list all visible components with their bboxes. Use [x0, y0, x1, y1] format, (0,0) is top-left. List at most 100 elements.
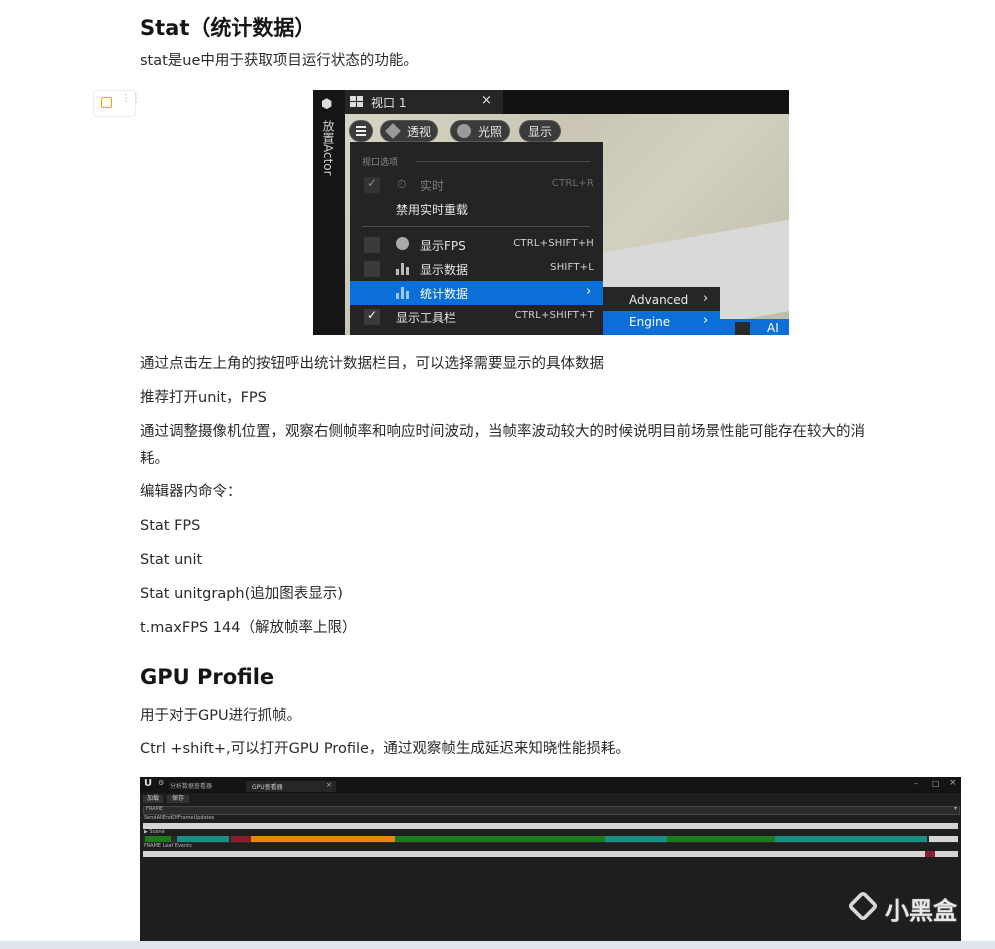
sphere-icon [457, 124, 471, 138]
event-label[interactable]: ▶ Scene [144, 829, 165, 835]
gpu-viewer-tab[interactable]: GPU查看器 × [246, 781, 336, 792]
viewport-layout-icon [350, 96, 363, 107]
paragraph: 编辑器内命令： [140, 484, 242, 500]
viewport-tab-title: 视口 1 [371, 96, 407, 110]
place-actor-panel: ⬢ 放置Actor [313, 90, 345, 335]
event-label: SendAllEndOfFrameUpdates [144, 815, 215, 821]
intro-text: stat是ue中用于获取项目运行状态的功能。 [140, 53, 418, 69]
menu-item-label: 禁用实时重载 [396, 203, 469, 217]
profiler-icon: ⚙ [158, 779, 165, 787]
checkbox[interactable]: ✓ [364, 176, 380, 193]
menu-item-show-stats[interactable]: 显示数据 SHIFT+L [350, 257, 603, 281]
menu-item-show-toolbar[interactable]: ✓ 显示工具栏 CTRL+SHIFT+T [350, 305, 603, 329]
command-line: Stat unit [140, 552, 203, 568]
command-line: Stat FPS [140, 518, 201, 534]
chevron-right-icon: › [703, 291, 709, 306]
menu-item-label: 显示工具栏 [396, 311, 457, 325]
event-label: FRAME Leaf Events [144, 843, 192, 849]
bar-chart-icon [396, 261, 410, 275]
frame-dropdown[interactable]: FRAME ▾ [143, 805, 960, 815]
lighting-label: 光照 [478, 125, 503, 139]
load-button[interactable]: 加载 [143, 795, 163, 803]
cube-icon [385, 123, 401, 139]
menu-item-label: 实时 [420, 179, 445, 193]
section-heading-gpu-profile: GPU Profile [140, 665, 275, 689]
gauge-icon [396, 237, 409, 250]
menu-item-label: 显示数据 [420, 263, 469, 277]
profiler-title-bar: U ⚙ 分析数据查看器 GPU查看器 × – □ × [140, 777, 961, 793]
tab-label: GPU查看器 [252, 784, 283, 791]
lighting-button[interactable]: 光照 [450, 120, 510, 142]
submenu-level3: AI [720, 319, 789, 335]
chevron-right-icon: › [703, 313, 709, 328]
checkbox[interactable] [364, 261, 380, 277]
menu-item-shortcut: CTRL+SHIFT+H [513, 238, 594, 249]
menu-divider [416, 161, 590, 162]
chevron-down-icon: ▾ [953, 805, 957, 812]
perspective-label: 透视 [407, 125, 432, 139]
show-label: 显示 [528, 125, 553, 139]
timeline-bars [143, 836, 958, 843]
hamburger-icon [356, 126, 366, 128]
place-actor-icon: ⬢ [321, 97, 333, 112]
ue-viewport-screenshot: ⬢ 放置Actor 视口 1 × 透视 光照 显示 视口选项 ✓ ⏱ 实时 CT… [313, 90, 789, 335]
paragraph: Ctrl +shift+,可以打开GPU Profile，通过观察帧生成延迟来知… [140, 741, 630, 757]
viewport-tab-bar: 视口 1 × [345, 90, 789, 114]
maximize-icon[interactable]: □ [932, 779, 940, 788]
submenu-item-advanced[interactable]: Advanced › [603, 289, 720, 311]
paragraph: 推荐打开unit，FPS [140, 390, 267, 406]
viewport-options-menu: 视口选项 ✓ ⏱ 实时 CTRL+R 禁用实时重载 显示FPS CTRL+SHI… [350, 142, 603, 335]
menu-item-shortcut: CTRL+R [551, 178, 594, 189]
menu-section-title: 视口选项 [362, 158, 399, 168]
bottom-edge [0, 941, 995, 949]
chevron-right-icon: › [586, 284, 592, 299]
submenu-item-label: Engine [629, 315, 671, 329]
timeline-row [143, 851, 958, 857]
menu-item-disable-realtime-override[interactable]: 禁用实时重载 [350, 197, 603, 221]
viewport-options-button[interactable] [349, 120, 373, 142]
bar-chart-icon [396, 285, 410, 299]
show-button[interactable]: 显示 [519, 120, 561, 142]
paragraph: 用于对于GPU进行抓帧。 [140, 708, 302, 724]
gpu-profiler-screenshot: U ⚙ 分析数据查看器 GPU查看器 × – □ × 加载 保存 FRAME ▾… [140, 777, 961, 949]
stopwatch-icon: ⏱ [397, 177, 407, 191]
close-icon[interactable]: × [481, 93, 492, 108]
unreal-logo-icon: U [144, 778, 153, 789]
watermark: 小黑盒 [885, 897, 957, 925]
perspective-button[interactable]: 透视 [380, 120, 438, 142]
dropdown-value: FRAME [146, 806, 164, 812]
section-heading-stat: Stat（统计数据） [140, 16, 316, 40]
drag-handle-icon[interactable]: ⋮⋮ [121, 94, 141, 104]
menu-item-label: 显示FPS [420, 239, 466, 253]
timeline-row [143, 823, 958, 829]
image-toolbar[interactable]: ⋮⋮ [93, 90, 141, 117]
app-title: 分析数据查看器 [170, 783, 213, 790]
checkbox[interactable] [735, 322, 750, 335]
stat-submenu: Advanced › Engine › [603, 287, 720, 335]
command-line: Stat unitgraph(追加图表显示) [140, 586, 343, 602]
paragraph: 耗。 [140, 451, 169, 467]
xiaoheihe-logo-icon [846, 889, 882, 925]
minimize-icon[interactable]: – [914, 779, 918, 788]
command-line: t.maxFPS 144（解放帧率上限） [140, 620, 357, 636]
menu-item-label: 统计数据 [420, 287, 469, 301]
intro-paragraph: stat是ue中用于获取项目运行状态的功能。 [140, 48, 418, 74]
paragraph: 通过点击左上角的按钮呼出统计数据栏目，可以选择需要显示的具体数据 [140, 356, 604, 372]
menu-item-show-fps[interactable]: 显示FPS CTRL+SHIFT+H [350, 233, 603, 257]
checkbox[interactable]: ✓ [364, 308, 380, 325]
window-close-icon[interactable]: × [949, 778, 957, 788]
save-button[interactable]: 保存 [167, 795, 189, 803]
menu-item-realtime[interactable]: ✓ ⏱ 实时 CTRL+R [350, 173, 603, 197]
image-icon[interactable] [101, 97, 112, 108]
menu-item-shortcut: CTRL+SHIFT+T [514, 310, 594, 321]
submenu-item-label: AI [767, 321, 779, 335]
checkbox[interactable] [364, 237, 380, 253]
submenu-item-label: Advanced [629, 293, 689, 307]
place-actor-label: 放置Actor [321, 120, 335, 176]
paragraph: 通过调整摄像机位置，观察右侧帧率和响应时间波动，当帧率波动较大的时候说明目前场景… [140, 424, 865, 440]
close-icon[interactable]: × [326, 781, 332, 789]
menu-item-stat[interactable]: 统计数据 › [350, 281, 603, 305]
viewport-tab[interactable]: 视口 1 × [345, 90, 503, 114]
submenu-item-engine[interactable]: Engine › [603, 311, 720, 335]
menu-item-shortcut: SHIFT+L [550, 262, 594, 273]
